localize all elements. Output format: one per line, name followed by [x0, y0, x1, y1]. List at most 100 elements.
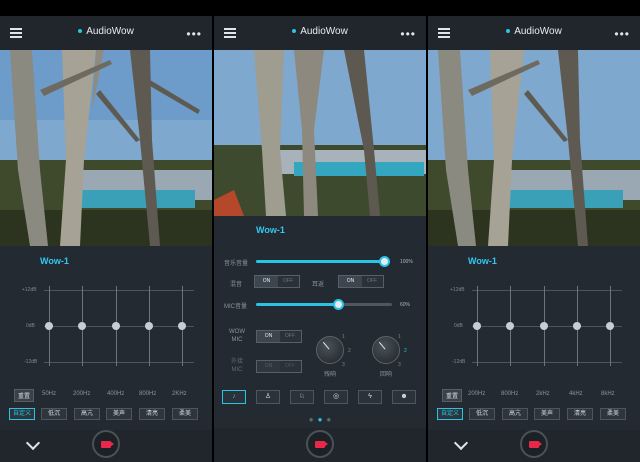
chevron-down-icon[interactable] — [453, 435, 469, 451]
grid-line — [44, 362, 194, 363]
page-dot-active[interactable]: ● — [318, 415, 323, 424]
person-icon[interactable]: ♙ — [256, 390, 280, 404]
db-label-zero: 0dB — [26, 323, 35, 329]
bottom-bar — [428, 430, 640, 462]
toggle-off: OFF — [285, 333, 295, 339]
eq-freq-label: 800Hz — [139, 391, 157, 397]
page-dot[interactable]: ● — [309, 415, 314, 424]
external-mic-label: 外接 MIC — [230, 359, 243, 373]
more-options-icon[interactable]: ••• — [400, 28, 416, 40]
reverb-label: 残响 — [324, 372, 337, 378]
echo-scale-2: 2 — [404, 348, 407, 354]
lightning-icon[interactable]: ϟ — [358, 390, 382, 404]
preset-bright-button[interactable]: 清亮 — [567, 408, 593, 420]
music-volume-label: 音乐音量 — [224, 261, 249, 267]
preset-deep-button[interactable]: 低沉 — [469, 408, 495, 420]
mic-volume-value: 60% — [400, 302, 411, 308]
chevron-down-icon[interactable] — [25, 435, 41, 451]
preset-high-button[interactable]: 高亢 — [74, 408, 100, 420]
tree-scene-image — [0, 50, 212, 246]
eq-band-knob-5[interactable] — [178, 322, 186, 330]
eq-band-knob-2[interactable] — [78, 322, 86, 330]
music-volume-thumb[interactable] — [379, 256, 390, 267]
status-dot — [292, 29, 297, 34]
preset-custom-button[interactable]: 自定义 — [437, 408, 463, 420]
eq-freq-label: 200Hz — [73, 391, 91, 397]
preset-bel-canto-button[interactable]: 美声 — [534, 408, 560, 420]
eq-band-knob-5[interactable] — [606, 322, 614, 330]
reverb-scale-1: 1 — [342, 334, 345, 340]
top-bar: AudioWow ••• — [214, 16, 426, 50]
eq-band-knob-1[interactable] — [45, 322, 53, 330]
mic-volume-label: MIC音量 — [224, 304, 247, 310]
device-bar: Wow-1 — [428, 248, 640, 276]
app-title: AudioWow — [0, 26, 212, 37]
music-volume-value: 100% — [400, 259, 413, 265]
preset-deep-button[interactable]: 低沉 — [41, 408, 67, 420]
equalizer: +12dB 0dB -12dB 重置 200Hz 800Hz 2kHz 4kHz… — [428, 276, 640, 416]
device-bar: Wow-1 — [0, 248, 212, 276]
toggle-off: OFF — [283, 278, 293, 284]
eq-freq-label: 50Hz — [42, 391, 57, 397]
mic-volume-slider[interactable] — [256, 299, 392, 310]
db-label-max: +12dB — [450, 287, 465, 293]
external-mic-toggle[interactable]: ON OFF — [256, 360, 302, 373]
monitor-label: 耳返 — [312, 282, 325, 288]
echo-knob[interactable] — [372, 336, 400, 364]
record-button[interactable] — [306, 430, 334, 458]
db-label-min: -12dB — [452, 359, 466, 365]
device-name: Wow-1 — [40, 256, 69, 266]
camera-preview — [214, 50, 426, 216]
preset-bel-canto-button[interactable]: 美声 — [106, 408, 132, 420]
app-screen-mixer: AudioWow ••• Wow-1 音乐音量 100% 混音 ON OFF 耳… — [214, 16, 426, 462]
reverb-knob[interactable] — [316, 336, 344, 364]
more-options-icon[interactable]: ••• — [186, 28, 202, 40]
music-note-icon[interactable]: ♪ — [222, 390, 246, 404]
eq-band-knob-4[interactable] — [145, 322, 153, 330]
echo-scale-3: 3 — [398, 362, 401, 368]
mix-toggle[interactable]: ON OFF — [254, 275, 300, 288]
wow-mic-toggle[interactable]: ON OFF — [256, 330, 302, 343]
eq-band-knob-3[interactable] — [540, 322, 548, 330]
echo-scale-1: 1 — [398, 334, 401, 340]
eq-freq-label: 200Hz — [468, 391, 486, 397]
creature-icon[interactable]: ☻ — [392, 390, 416, 404]
preset-bright-button[interactable]: 清亮 — [139, 408, 165, 420]
preset-soft-button[interactable]: 柔美 — [600, 408, 626, 420]
echo-label: 回响 — [380, 372, 393, 378]
eq-band-knob-1[interactable] — [473, 322, 481, 330]
record-button[interactable] — [92, 430, 120, 458]
camera-preview — [428, 50, 640, 246]
reverb-scale-3: 3 — [342, 362, 345, 368]
db-label-max: +12dB — [22, 287, 37, 293]
record-button[interactable] — [520, 430, 548, 458]
device-bar: Wow-1 — [214, 218, 426, 246]
app-title-text: AudioWow — [86, 26, 134, 37]
toggle-on: ON — [257, 331, 280, 342]
eq-band-knob-3[interactable] — [112, 322, 120, 330]
globe-icon[interactable]: ◎ — [324, 390, 348, 404]
preset-custom-button[interactable]: 自定义 — [9, 408, 35, 420]
grid-line — [472, 362, 622, 363]
screenshot-canvas: AudioWow ••• Wow-1 +12dB 0dB -12dB 重置 50… — [0, 0, 640, 462]
monitor-toggle[interactable]: ON OFF — [338, 275, 384, 288]
more-options-icon[interactable]: ••• — [614, 28, 630, 40]
toggle-on: ON — [257, 361, 280, 372]
app-title-text: AudioWow — [300, 26, 348, 37]
eq-freq-label: 4kHz — [569, 391, 583, 397]
music-volume-slider[interactable] — [256, 256, 390, 267]
preset-soft-button[interactable]: 柔美 — [172, 408, 198, 420]
person-alt-icon[interactable]: ♘ — [290, 390, 314, 404]
eq-reset-button[interactable]: 重置 — [14, 389, 35, 402]
eq-reset-button[interactable]: 重置 — [442, 389, 463, 402]
camera-preview — [0, 50, 212, 246]
preset-high-button[interactable]: 高亢 — [502, 408, 528, 420]
equalizer: +12dB 0dB -12dB 重置 50Hz 200Hz 400Hz 800H… — [0, 276, 212, 416]
top-bar: AudioWow ••• — [0, 16, 212, 50]
page-dot[interactable]: ● — [326, 415, 331, 424]
eq-band-knob-2[interactable] — [506, 322, 514, 330]
eq-band-knob-4[interactable] — [573, 322, 581, 330]
grid-line — [472, 290, 622, 291]
device-name: Wow-1 — [468, 256, 497, 266]
mic-volume-thumb[interactable] — [332, 299, 344, 310]
